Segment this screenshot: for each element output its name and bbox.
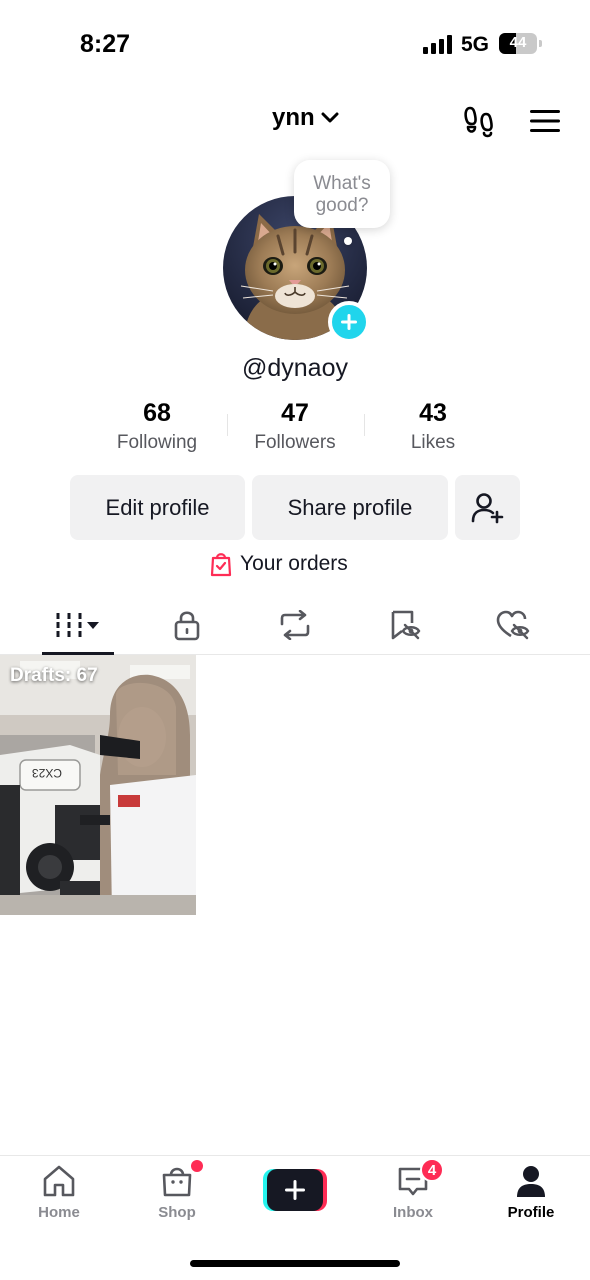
stat-followers[interactable]: 47 Followers — [225, 398, 365, 456]
note-bubble[interactable]: What's good? — [294, 160, 390, 228]
plus-icon — [341, 314, 357, 330]
nav-home[interactable]: Home — [0, 1164, 118, 1228]
profile-handle: @dynaoy — [242, 354, 348, 382]
add-friend-button[interactable] — [455, 475, 520, 540]
nav-shop[interactable]: Shop — [118, 1164, 236, 1228]
tab-liked[interactable] — [454, 595, 572, 655]
nav-inbox-label: Inbox — [393, 1204, 433, 1221]
chevron-down-icon — [321, 112, 339, 123]
create-button[interactable] — [263, 1169, 327, 1211]
your-orders-label: Your orders — [240, 552, 348, 575]
stat-label: Following — [116, 432, 198, 453]
footprints-icon[interactable] — [462, 104, 496, 143]
share-profile-label: Share profile — [287, 494, 413, 520]
home-indicator — [190, 1260, 400, 1267]
profile-icon — [517, 1166, 545, 1197]
add-user-icon — [471, 492, 503, 523]
svg-text:CX23: CX23 — [32, 766, 62, 780]
repost-icon — [280, 610, 310, 640]
lock-icon — [174, 611, 200, 641]
stat-value: 43 — [419, 399, 447, 427]
stat-label: Followers — [254, 432, 336, 453]
header-username: ynn — [272, 104, 315, 131]
your-orders-link[interactable]: Your orders — [210, 551, 348, 577]
nav-profile-label: Profile — [507, 1204, 555, 1221]
nav-home-label: Home — [38, 1204, 80, 1221]
drafts-count-label: Drafts: 67 — [10, 665, 98, 686]
tab-favorites[interactable] — [346, 595, 464, 655]
stat-label: Likes — [410, 432, 456, 453]
tab-reposts[interactable] — [236, 595, 354, 655]
stat-value: 68 — [143, 399, 171, 427]
note-bubble-text: What's good? — [313, 173, 371, 216]
inbox-badge: 4 — [420, 1158, 444, 1182]
menu-icon[interactable] — [529, 108, 561, 139]
content-tabs — [0, 595, 590, 655]
shop-notification-dot — [191, 1160, 203, 1172]
drafts-thumbnail[interactable]: CX23 Drafts: 67 — [0, 655, 196, 915]
edit-profile-button[interactable]: Edit profile — [70, 475, 245, 540]
signal-icon — [423, 34, 453, 54]
network-type: 5G — [461, 33, 490, 56]
battery-level: 44 — [509, 34, 527, 51]
inbox-badge-count: 4 — [427, 1161, 437, 1179]
account-switcher[interactable]: ynn — [272, 104, 339, 132]
stat-following[interactable]: 68 Following — [87, 398, 227, 456]
add-story-button[interactable] — [328, 301, 370, 343]
liked-hidden-icon — [496, 610, 530, 640]
battery-icon: 44 — [499, 33, 537, 54]
nav-profile[interactable]: Profile — [472, 1164, 590, 1228]
edit-profile-label: Edit profile — [105, 494, 210, 520]
shopping-bag-icon — [210, 553, 232, 577]
tab-videos[interactable] — [19, 595, 137, 655]
favorites-hidden-icon — [391, 610, 421, 640]
shop-icon — [162, 1167, 192, 1197]
nav-inbox[interactable]: Inbox — [354, 1164, 472, 1228]
create-icon — [263, 1169, 327, 1211]
videos-grid-icon — [56, 613, 99, 637]
stat-value: 47 — [281, 399, 309, 427]
battery-tip — [539, 40, 542, 47]
tab-private[interactable] — [128, 595, 246, 655]
nav-shop-label: Shop — [158, 1204, 196, 1221]
home-icon — [43, 1165, 75, 1197]
stat-likes[interactable]: 43 Likes — [363, 398, 503, 456]
status-time: 8:27 — [80, 30, 131, 58]
share-profile-button[interactable]: Share profile — [252, 475, 448, 540]
note-bubble-tail — [344, 237, 352, 245]
status-bar: 8:27 5G 44 — [0, 0, 590, 90]
